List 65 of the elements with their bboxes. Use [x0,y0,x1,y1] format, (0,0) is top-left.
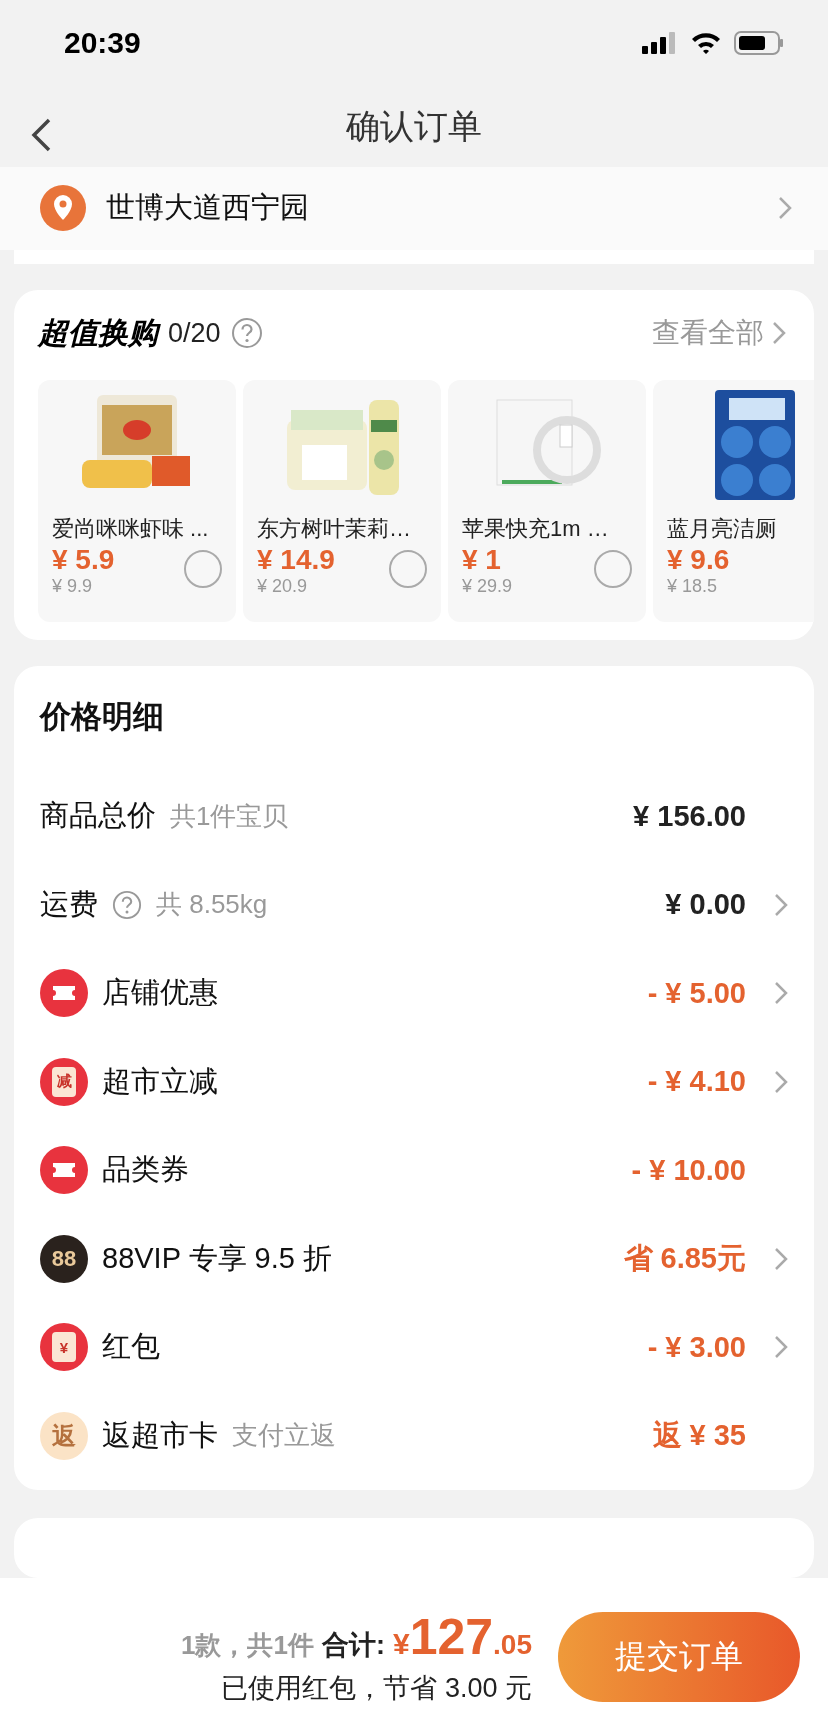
chevron-icon [772,321,786,345]
chevron-icon [774,981,788,1006]
rebate-icon: 返 [40,1411,88,1460]
total-label: 合计: [321,1629,385,1662]
product-name: 东方树叶茉莉… [257,515,412,543]
price-label: 品类券 [102,1152,189,1188]
location-pin-icon [40,185,86,232]
price-value: - ¥ 10.00 [631,1153,746,1187]
original-price: ¥ 20.9 [257,576,309,597]
product-card[interactable]: 爱尚咪咪虾味 ... ¥ 5.9 ¥ 9.9 [38,380,236,622]
price-value: 返 ¥ 35 [652,1417,746,1453]
price-label: 88VIP 专享 9.5 折 [102,1240,332,1276]
price-value: ¥ 0.00 [665,888,746,922]
price-value: - ¥ 4.10 [647,1065,746,1099]
original-price: ¥ 9.9 [52,576,94,597]
chevron-icon [778,196,792,221]
original-price: ¥ 29.9 [462,576,513,597]
coupon-icon [40,969,88,1018]
item-count: 1款，共1件 [181,1629,314,1662]
select-radio[interactable] [184,550,222,588]
help-icon[interactable] [112,889,142,920]
help-icon[interactable] [230,317,263,349]
price-label: 超市立减 [102,1063,218,1099]
wifi-icon [690,31,722,56]
product-price: ¥ 14.9 [257,544,335,576]
price-label: 红包 [102,1329,160,1365]
product-card[interactable]: 苹果快充1m … ¥ 1 ¥ 29.9 [448,380,646,622]
coupon-icon [40,1146,88,1195]
page-title: 确认订单 [346,105,482,147]
product-card[interactable]: 东方树叶茉莉… ¥ 14.9 ¥ 20.9 [243,380,441,622]
total-price: ¥127.05 [392,1608,532,1666]
price-note: 支付立返 [232,1419,336,1453]
price-note: 共 8.55kg [156,888,268,922]
product-name: 苹果快充1m … [462,515,610,543]
product-card[interactable]: 蓝月亮洁厕 ¥ 9.6 ¥ 18.5 [653,380,814,622]
status-time: 20:39 [64,26,141,61]
envelope-icon: 减 [40,1057,88,1106]
chevron-icon [774,1335,788,1360]
product-name: 蓝月亮洁厕 [667,515,778,543]
original-price: ¥ 18.5 [667,576,719,597]
battery-icon [734,31,784,56]
vip-icon: 88 [40,1234,88,1283]
saving-note: 已使用红包，节省 3.00 元 [221,1672,532,1705]
price-value: - ¥ 5.00 [647,976,746,1010]
chevron-icon [774,1069,788,1094]
price-label: 运费 [40,886,98,922]
signal-icon [642,32,678,55]
price-label: 店铺优惠 [102,975,218,1011]
price-label: 商品总价 [40,798,156,834]
product-name: 爱尚咪咪虾味 ... [52,515,210,543]
envelope-icon: ¥ [40,1323,88,1372]
product-price: ¥ 5.9 [52,544,115,576]
product-price: ¥ 9.6 [667,544,730,576]
chevron-icon [774,892,788,917]
price-value: ¥ 156.00 [633,799,746,833]
chevron-icon [774,1246,788,1271]
select-radio[interactable] [594,550,632,588]
price-value: 省 6.85元 [623,1240,746,1276]
selection-count: 0/20 [168,317,221,349]
price-value: - ¥ 3.00 [647,1330,746,1364]
select-radio[interactable] [389,550,427,588]
product-price: ¥ 1 [462,544,502,576]
price-note: 共1件宝贝 [170,799,289,833]
section-title: 价格明细 [40,698,165,736]
price-label: 返超市卡 [102,1417,218,1453]
